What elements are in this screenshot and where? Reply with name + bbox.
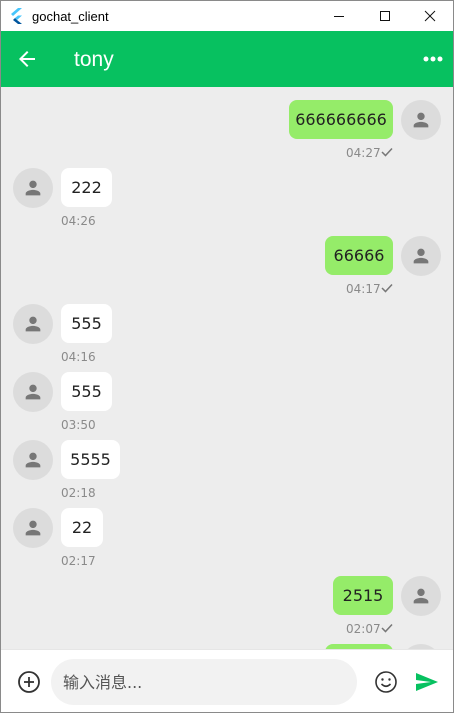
emoji-icon[interactable]	[374, 670, 398, 694]
maximize-icon	[380, 11, 390, 21]
message-time: 02:18	[61, 486, 96, 500]
message-bubble[interactable]: 2515	[333, 576, 393, 615]
chat-title: tony	[74, 48, 114, 71]
message-bubble[interactable]: 666666666	[289, 100, 393, 139]
message-time: 02:17	[61, 554, 96, 568]
app-window: gochat_client tony 666666666 04:27 222 0…	[0, 0, 454, 713]
close-button[interactable]	[407, 1, 453, 31]
minimize-button[interactable]	[316, 1, 362, 31]
message-bubble[interactable]: 5555	[61, 440, 120, 479]
window-title: gochat_client	[32, 9, 109, 24]
person-icon	[25, 384, 41, 400]
person-icon	[25, 180, 41, 196]
contact-avatar[interactable]	[13, 168, 53, 208]
arrow-left-icon[interactable]	[15, 47, 39, 71]
window-titlebar[interactable]: gochat_client	[1, 1, 453, 31]
message-time: 02:07	[346, 622, 381, 636]
chat-appbar: tony	[1, 31, 453, 87]
contact-avatar[interactable]	[13, 304, 53, 344]
message-time: 04:17	[346, 282, 381, 296]
maximize-button[interactable]	[362, 1, 408, 31]
message-time: 04:26	[61, 214, 96, 228]
self-avatar[interactable]	[401, 576, 441, 616]
message-time: 03:50	[61, 418, 96, 432]
person-icon	[413, 248, 429, 264]
person-icon	[25, 520, 41, 536]
person-icon	[413, 112, 429, 128]
self-avatar[interactable]	[401, 100, 441, 140]
message-time: 04:27	[346, 146, 381, 160]
add-circle-icon[interactable]	[17, 670, 41, 694]
message-bubble[interactable]: 66666	[325, 236, 393, 275]
contact-avatar[interactable]	[13, 440, 53, 480]
contact-avatar[interactable]	[13, 372, 53, 412]
person-icon	[25, 316, 41, 332]
close-icon	[424, 10, 436, 22]
person-icon	[413, 588, 429, 604]
check-icon	[381, 147, 393, 157]
message-list[interactable]: 666666666 04:27 222 04:26 66666 04:17 55…	[1, 87, 453, 649]
more-horiz-icon[interactable]	[421, 49, 445, 69]
message-time: 04:16	[61, 350, 96, 364]
message-input-bar	[1, 649, 453, 712]
message-bubble[interactable]: 555	[61, 372, 112, 411]
message-bubble[interactable]: 22	[61, 508, 103, 547]
message-input[interactable]	[51, 659, 357, 705]
message-bubble[interactable]: 555	[61, 304, 112, 343]
flutter-logo-icon	[11, 8, 22, 24]
check-icon	[381, 283, 393, 293]
self-avatar[interactable]	[401, 236, 441, 276]
send-icon[interactable]	[414, 670, 440, 694]
message-bubble[interactable]: 222	[61, 168, 112, 207]
person-icon	[25, 452, 41, 468]
contact-avatar[interactable]	[13, 508, 53, 548]
minimize-icon	[334, 16, 344, 17]
check-icon	[381, 623, 393, 633]
